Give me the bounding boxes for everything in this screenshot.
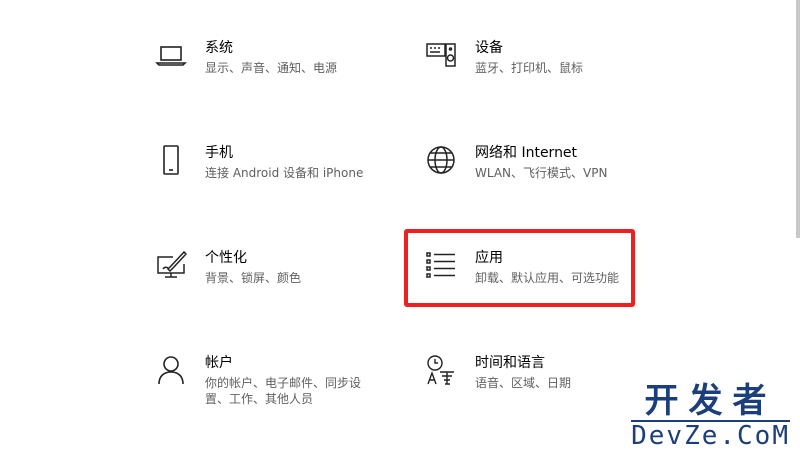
tile-description: 连接 Android 设备和 iPhone (205, 166, 364, 180)
tile-title: 系统 (205, 40, 233, 56)
tile-description: 你的帐户、电子邮件、同步设 置、工作、其他人员 (205, 376, 362, 406)
tile-network[interactable]: 网络和 Internet WLAN、飞行模式、VPN (425, 144, 607, 181)
time-language-icon (425, 354, 457, 386)
watermark-cn: 开发者 (644, 381, 777, 421)
tile-title: 手机 (205, 145, 233, 161)
globe-icon (425, 144, 457, 176)
keyboard-speaker-icon (425, 39, 457, 71)
tile-phone[interactable]: 手机 连接 Android 设备和 iPhone (155, 144, 363, 181)
tile-description: 语音、区域、日期 (475, 376, 572, 390)
laptop-icon (155, 39, 187, 71)
tile-title: 帐户 (205, 355, 233, 371)
tile-time-language[interactable]: 时间和语言 语音、区域、日期 (425, 354, 571, 391)
tile-description: WLAN、飞行模式、VPN (475, 166, 608, 180)
scrollbar[interactable] (796, 0, 800, 238)
apps-highlight-box (404, 229, 635, 307)
tile-title: 时间和语言 (475, 355, 545, 371)
tile-system[interactable]: 系统 显示、声音、通知、电源 (155, 39, 337, 76)
tile-title: 设备 (475, 40, 503, 56)
watermark-logo: 开发者 DevZe.CoM (631, 382, 790, 450)
phone-icon (155, 144, 187, 176)
watermark-en: DevZe.CoM (631, 420, 790, 451)
person-icon (155, 354, 187, 386)
tile-title: 网络和 Internet (475, 145, 578, 161)
tile-description: 背景、锁屏、颜色 (205, 271, 302, 285)
tile-description: 蓝牙、打印机、鼠标 (475, 61, 584, 75)
tile-personalization[interactable]: 个性化 背景、锁屏、颜色 (155, 249, 301, 286)
tile-accounts[interactable]: 帐户 你的帐户、电子邮件、同步设 置、工作、其他人员 (155, 354, 361, 407)
tile-devices[interactable]: 设备 蓝牙、打印机、鼠标 (425, 39, 583, 76)
paint-brush-icon (155, 249, 187, 281)
tile-description: 显示、声音、通知、电源 (205, 61, 338, 75)
tile-title: 个性化 (205, 250, 247, 266)
